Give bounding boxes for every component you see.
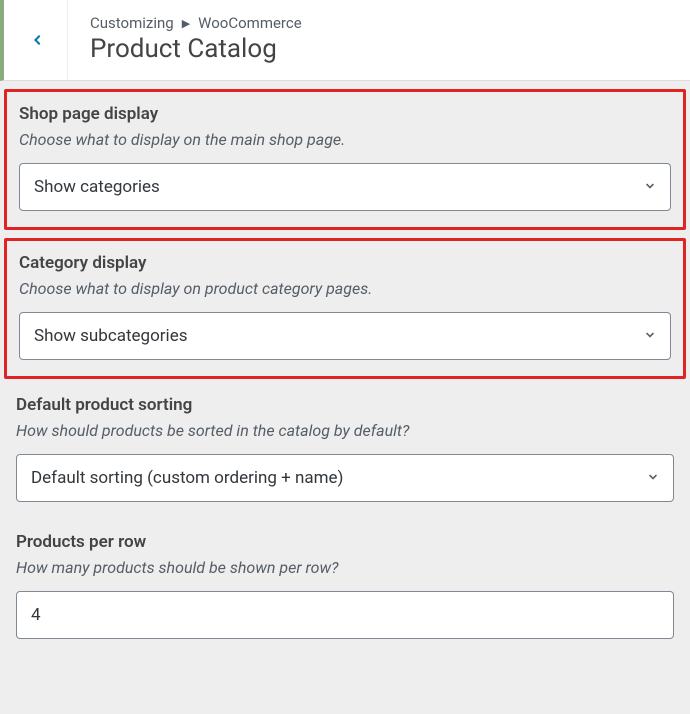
default-sorting-section: Default product sorting How should produ… [0,383,690,520]
products-per-row-input-wrap [16,591,674,639]
shop-page-display-label: Shop page display [19,104,671,124]
chevron-left-icon [26,30,46,50]
header-text: Customizing ▶ WooCommerce Product Catalo… [68,0,690,80]
chevron-down-icon [642,179,658,195]
select-value: Show categories [34,177,160,197]
products-per-row-label: Products per row [16,532,674,552]
breadcrumb: Customizing ▶ WooCommerce [90,14,668,32]
category-display-desc: Choose what to display on product catego… [19,279,671,298]
category-display-select[interactable]: Show subcategories [19,312,671,360]
category-display-label: Category display [19,253,671,273]
category-display-section: Category display Choose what to display … [4,238,686,379]
default-sorting-label: Default product sorting [16,395,674,415]
breadcrumb-section: WooCommerce [198,14,302,32]
back-button[interactable] [4,0,68,80]
products-per-row-input[interactable] [31,605,659,625]
breadcrumb-separator-icon: ▶ [182,17,190,30]
default-sorting-select[interactable]: Default sorting (custom ordering + name) [16,454,674,502]
shop-page-display-desc: Choose what to display on the main shop … [19,130,671,149]
shop-page-display-select[interactable]: Show categories [19,163,671,211]
page-title: Product Catalog [90,34,668,64]
breadcrumb-prefix: Customizing [90,14,174,32]
select-value: Default sorting (custom ordering + name) [31,468,343,488]
products-per-row-section: Products per row How many products shoul… [0,520,690,657]
chevron-down-icon [645,470,661,486]
customizer-header: Customizing ▶ WooCommerce Product Catalo… [0,0,690,81]
shop-page-display-section: Shop page display Choose what to display… [4,89,686,230]
customizer-content: Shop page display Choose what to display… [0,89,690,657]
products-per-row-desc: How many products should be shown per ro… [16,558,674,577]
chevron-down-icon [642,328,658,344]
default-sorting-desc: How should products be sorted in the cat… [16,421,674,440]
select-value: Show subcategories [34,326,187,346]
